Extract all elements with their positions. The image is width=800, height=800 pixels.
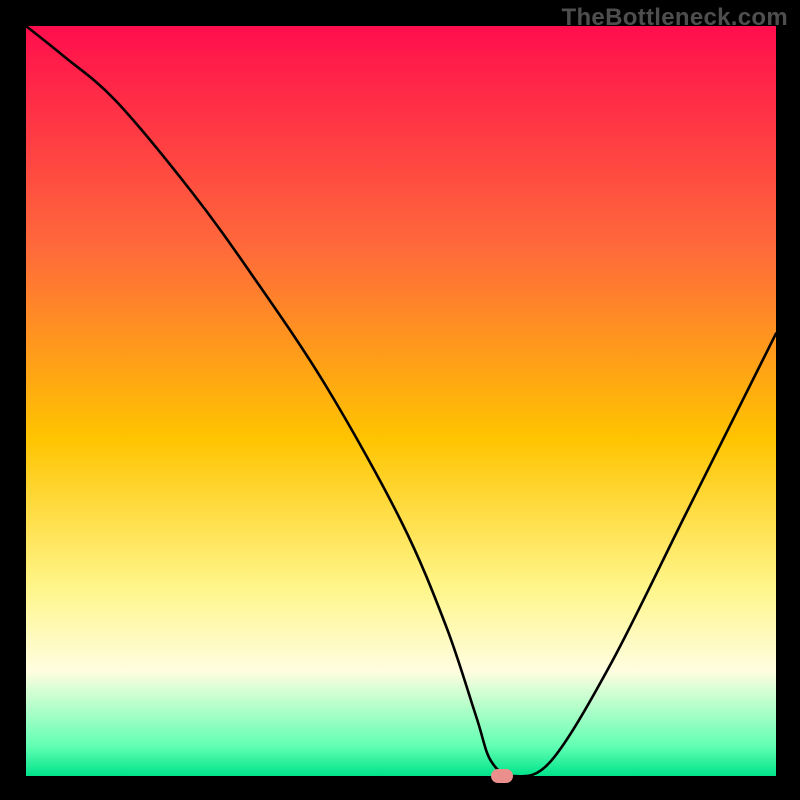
bottleneck-chart bbox=[26, 26, 776, 776]
watermark-text: TheBottleneck.com bbox=[562, 4, 788, 32]
plot-area bbox=[26, 26, 776, 776]
chart-background bbox=[26, 26, 776, 776]
chart-frame: TheBottleneck.com bbox=[0, 0, 800, 800]
minimum-marker bbox=[491, 769, 513, 783]
